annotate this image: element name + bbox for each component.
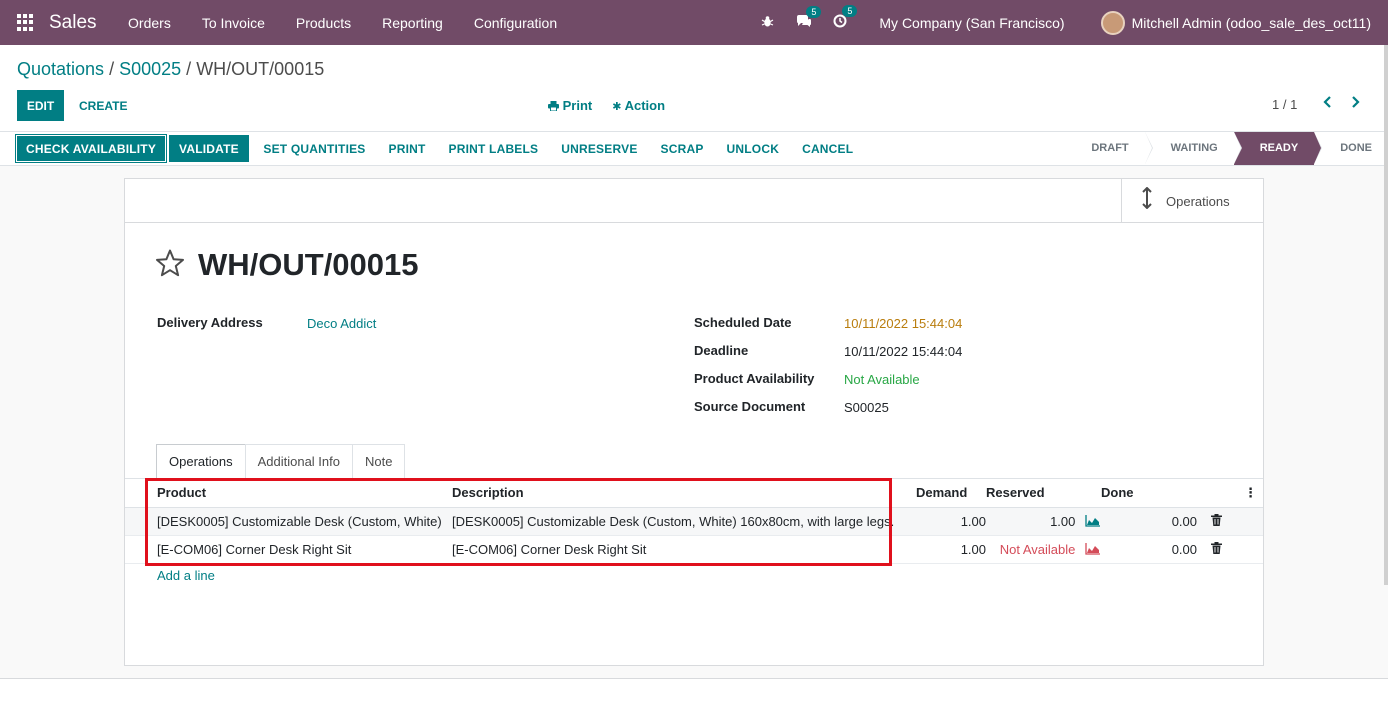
tab-additional-info[interactable]: Additional Info xyxy=(244,444,353,479)
trash-icon[interactable] xyxy=(1211,541,1222,557)
step-draft: DRAFT xyxy=(1075,132,1153,165)
notebook-tabs: Operations Additional Info Note xyxy=(156,444,406,480)
cell-reserved: Not Available xyxy=(999,541,1076,557)
menu-orders[interactable]: Orders xyxy=(113,15,187,31)
action-menu[interactable]: ✱ Action xyxy=(612,98,665,113)
chevron-left-icon[interactable] xyxy=(1323,95,1333,113)
messages-badge: 5 xyxy=(806,5,822,18)
control-panel: Quotations / S00025 / WH/OUT/00015 EDIT … xyxy=(0,45,1388,132)
cell-reserved: 1.00 xyxy=(1050,513,1076,529)
menu-configuration[interactable]: Configuration xyxy=(458,15,572,31)
menu-reporting[interactable]: Reporting xyxy=(367,15,459,31)
add-line-link[interactable]: Add a line xyxy=(157,568,215,583)
trash-icon[interactable] xyxy=(1211,513,1222,529)
print-button[interactable]: PRINT xyxy=(377,135,437,162)
col-product[interactable]: Product xyxy=(125,479,452,508)
chevron-right-icon[interactable] xyxy=(1350,95,1360,113)
cell-product[interactable]: [DESK0005] Customizable Desk (Custom, Wh… xyxy=(125,507,452,536)
gear-icon: ✱ xyxy=(612,101,622,113)
step-waiting: WAITING xyxy=(1145,132,1242,165)
col-reserved[interactable]: Reserved xyxy=(986,479,1101,508)
status-steps: DRAFT WAITING READY DONE xyxy=(1075,132,1388,165)
cell-description[interactable]: [E-COM06] Corner Desk Right Sit xyxy=(452,535,916,564)
form-statusbar: CHECK AVAILABILITY VALIDATE SET QUANTITI… xyxy=(0,131,1388,166)
cell-done[interactable]: 0.00 xyxy=(1101,507,1197,536)
validate-button[interactable]: VALIDATE xyxy=(169,135,249,162)
activities-badge: 5 xyxy=(842,5,858,17)
operations-smart-label: Operations xyxy=(1166,193,1230,209)
unreserve-button[interactable]: UNRESERVE xyxy=(550,135,649,162)
col-description[interactable]: Description xyxy=(452,479,916,508)
deadline-value: 10/11/2022 15:44:04 xyxy=(844,344,963,359)
company-switcher[interactable]: My Company (San Francisco) xyxy=(879,15,1064,31)
smart-button-box: Operations xyxy=(125,179,1263,223)
breadcrumb-order[interactable]: S00025 xyxy=(119,59,181,79)
cell-done[interactable]: 0.00 xyxy=(1101,535,1197,564)
step-done: DONE xyxy=(1340,142,1372,154)
systray: 5 5 My Company (San Francisco) Mitchell … xyxy=(761,0,1388,45)
deadline-label: Deadline xyxy=(694,343,749,358)
col-done[interactable]: Done xyxy=(1101,479,1197,508)
star-icon[interactable] xyxy=(155,249,185,285)
area-chart-icon[interactable] xyxy=(1085,542,1101,555)
table-row[interactable]: [DESK0005] Customizable Desk (Custom, Wh… xyxy=(125,507,1263,536)
step-ready: READY xyxy=(1233,132,1322,165)
operations-smart-button[interactable]: Operations xyxy=(1121,179,1263,223)
print-menu[interactable]: Print xyxy=(548,98,592,113)
top-navbar: Sales Orders To Invoice Products Reporti… xyxy=(0,0,1388,45)
form-sheet: Operations WH/OUT/00015 Delivery Address… xyxy=(124,178,1264,666)
menu-products[interactable]: Products xyxy=(280,15,366,31)
cell-demand[interactable]: 1.00 xyxy=(916,507,986,536)
print-labels-button[interactable]: PRINT LABELS xyxy=(437,135,550,162)
statusbar-buttons: CHECK AVAILABILITY VALIDATE SET QUANTITI… xyxy=(16,135,865,162)
create-button[interactable]: CREATE xyxy=(70,90,136,121)
source-document-value: S00025 xyxy=(844,400,889,415)
cell-description[interactable]: [DESK0005] Customizable Desk (Custom, Wh… xyxy=(452,507,916,536)
tab-note[interactable]: Note xyxy=(352,444,406,479)
set-quantities-button[interactable]: SET QUANTITIES xyxy=(252,135,377,162)
arrows-vertical-icon xyxy=(1142,186,1152,215)
vertical-scrollbar[interactable] xyxy=(1384,45,1388,585)
scheduled-date-value: 10/11/2022 15:44:04 xyxy=(844,316,963,331)
cp-action-menus: Print ✱ Action xyxy=(548,98,665,113)
breadcrumb-current: WH/OUT/00015 xyxy=(196,59,325,79)
app-brand[interactable]: Sales xyxy=(49,12,97,34)
record-title: WH/OUT/00015 xyxy=(198,247,419,282)
chatter-area xyxy=(0,678,1388,704)
check-availability-button[interactable]: CHECK AVAILABILITY xyxy=(16,135,167,162)
cell-demand[interactable]: 1.00 xyxy=(916,535,986,564)
delivery-address-link[interactable]: Deco Addict xyxy=(307,316,376,331)
printer-icon xyxy=(548,101,559,112)
source-document-label: Source Document xyxy=(694,399,806,414)
cancel-button[interactable]: CANCEL xyxy=(791,135,865,162)
operations-table: Product Description Demand Reserved Done… xyxy=(125,479,1263,564)
avatar[interactable] xyxy=(1100,10,1125,35)
col-demand[interactable]: Demand xyxy=(916,479,986,508)
area-chart-icon[interactable] xyxy=(1085,514,1101,527)
menu-to-invoice[interactable]: To Invoice xyxy=(186,15,280,31)
cell-product[interactable]: [E-COM06] Corner Desk Right Sit xyxy=(125,535,452,564)
breadcrumb: Quotations / S00025 / WH/OUT/00015 xyxy=(17,59,325,79)
breadcrumb-quotations[interactable]: Quotations xyxy=(17,59,104,79)
main-menu: Orders To Invoice Products Reporting Con… xyxy=(113,15,573,31)
scheduled-date-label: Scheduled Date xyxy=(694,315,792,330)
apps-grid-icon[interactable] xyxy=(17,13,35,32)
scrap-button[interactable]: SCRAP xyxy=(649,135,715,162)
product-availability-value: Not Available xyxy=(844,372,920,387)
unlock-button[interactable]: UNLOCK xyxy=(715,135,791,162)
pager-value[interactable]: 1 / 1 xyxy=(1272,97,1297,112)
edit-button[interactable]: EDIT xyxy=(17,90,64,121)
bug-icon[interactable] xyxy=(761,15,774,31)
chat-icon[interactable]: 5 xyxy=(796,5,822,31)
user-menu[interactable]: Mitchell Admin (odoo_sale_des_oct11) xyxy=(1132,15,1371,31)
table-row[interactable]: [E-COM06] Corner Desk Right Sit [E-COM06… xyxy=(125,535,1263,564)
optional-columns-icon[interactable]: ⋮ xyxy=(1197,479,1263,508)
clock-icon[interactable]: 5 xyxy=(833,5,858,31)
delivery-address-label: Delivery Address xyxy=(157,315,263,330)
table-header-row: Product Description Demand Reserved Done… xyxy=(125,479,1263,508)
product-availability-label: Product Availability xyxy=(694,371,815,386)
tab-operations[interactable]: Operations xyxy=(156,444,246,480)
